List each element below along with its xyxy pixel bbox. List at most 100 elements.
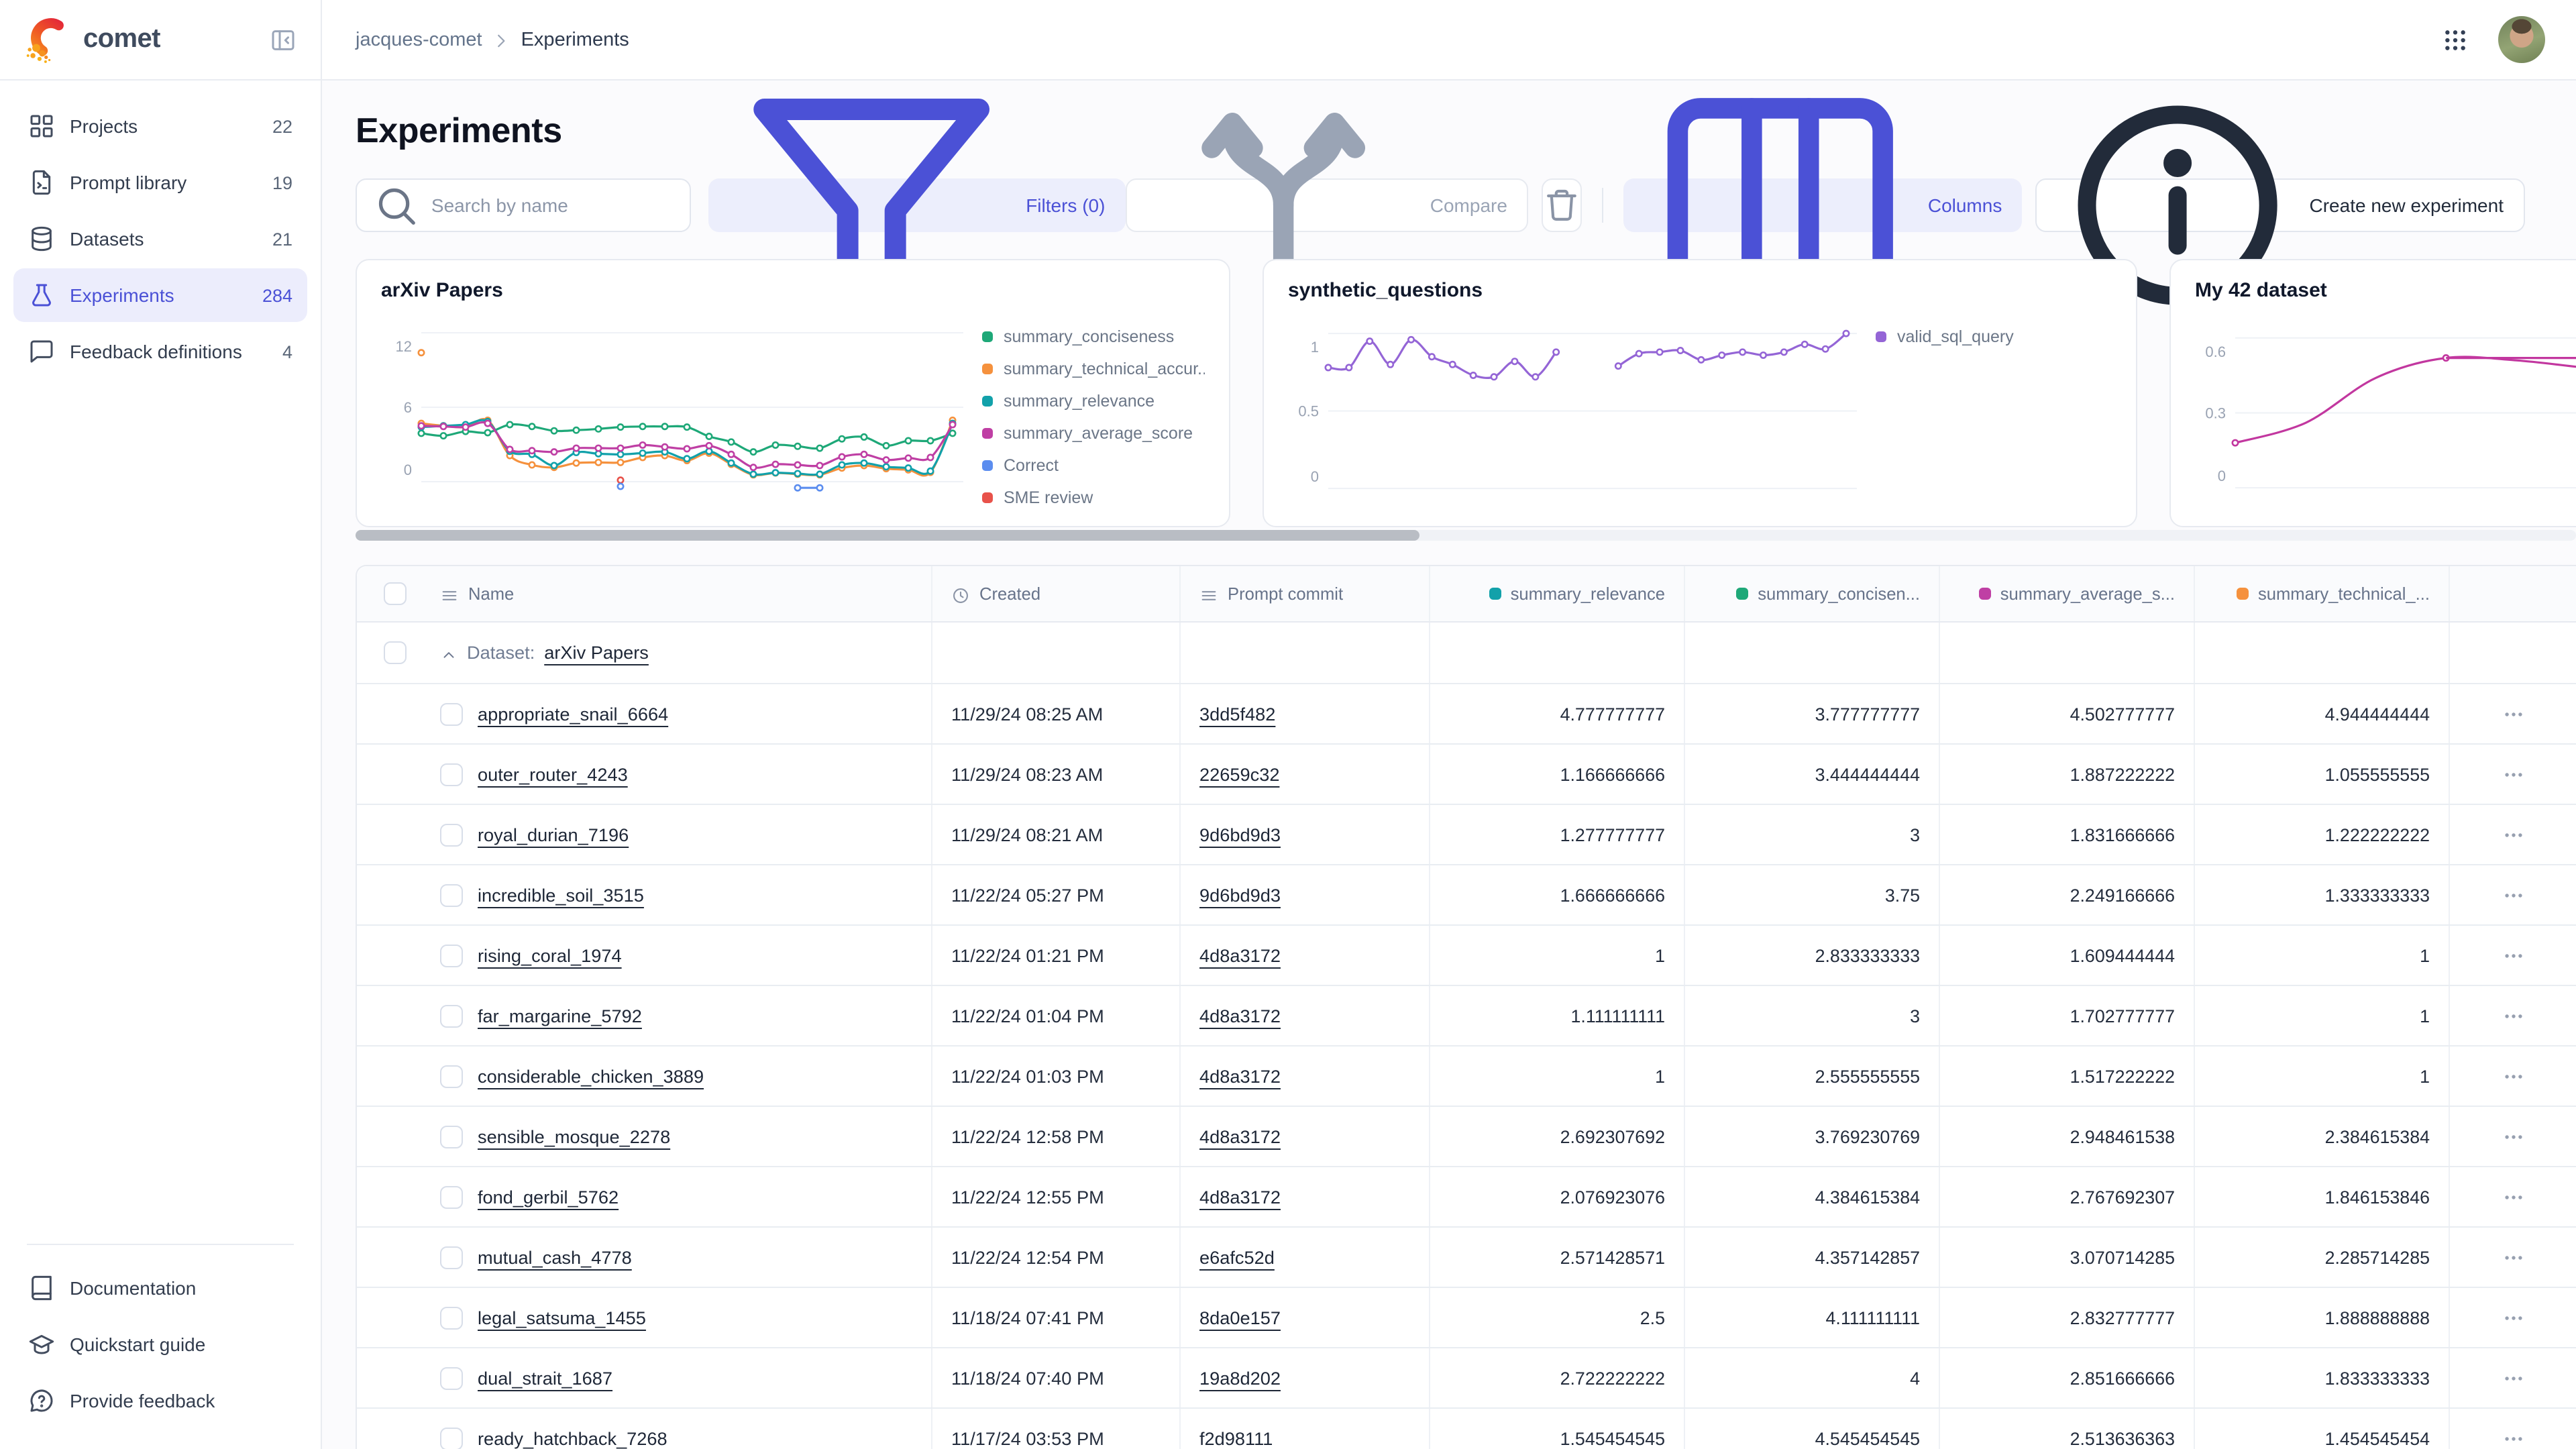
metric-value-cell: 1 <box>1429 1046 1684 1106</box>
experiment-name-link[interactable]: sensible_mosque_2278 <box>478 1126 670 1146</box>
experiment-name-link[interactable]: rising_coral_1974 <box>478 945 622 965</box>
group-checkbox[interactable] <box>384 641 407 664</box>
experiment-name-link[interactable]: mutual_cash_4778 <box>478 1247 632 1267</box>
delete-button[interactable] <box>1542 178 1582 232</box>
row-checkbox[interactable] <box>440 1427 463 1449</box>
row-checkbox[interactable] <box>440 1306 463 1329</box>
experiment-name-link[interactable]: ready_hatchback_7268 <box>478 1428 667 1448</box>
collapse-sidebar-button[interactable] <box>270 26 297 53</box>
metric-card-synthetic-questions[interactable]: synthetic_questions00.51valid_sql_query <box>1263 259 2137 527</box>
metric-card-arxiv-papers[interactable]: arXiv Papers0612summary_concisenesssumma… <box>356 259 1230 527</box>
prompt-commit-link[interactable]: 9d6bd9d3 <box>1199 824 1281 845</box>
experiment-name-link[interactable]: incredible_soil_3515 <box>478 885 644 905</box>
metric-card-my-42-dataset[interactable]: My 42 dataset00.30.6 <box>2169 259 2576 527</box>
prompt-commit-link[interactable]: 9d6bd9d3 <box>1199 885 1281 905</box>
compare-button[interactable]: Compare <box>1125 178 1529 232</box>
row-actions-button[interactable] <box>2502 1306 2524 1329</box>
row-actions-button[interactable] <box>2502 702 2524 725</box>
column-header-created[interactable]: Created <box>931 566 1179 621</box>
experiment-row-dual-strait-1687: dual_strait_168711/18/24 07:40 PM19a8d20… <box>357 1348 2576 1409</box>
legend-item-valid-sql-query[interactable]: valid_sql_query <box>1876 321 2112 353</box>
user-avatar[interactable] <box>2498 16 2545 63</box>
row-checkbox[interactable] <box>440 1125 463 1148</box>
legend-item-summary-average-score[interactable]: summary_average_score <box>982 417 1205 449</box>
prompt-commit-link[interactable]: 22659c32 <box>1199 764 1279 784</box>
prompt-commit-link[interactable]: 4d8a3172 <box>1199 1187 1281 1207</box>
experiment-name-link[interactable]: royal_durian_7196 <box>478 824 629 845</box>
legend-dot <box>1876 331 1886 342</box>
sidebar-footer-item-quickstart-guide[interactable]: Quickstart guide <box>13 1318 307 1371</box>
sidebar-item-datasets[interactable]: Datasets21 <box>13 212 307 266</box>
metric-value-cell: 1.517222222 <box>1939 1046 2194 1106</box>
experiment-name-link[interactable]: considerable_chicken_3889 <box>478 1066 704 1086</box>
prompt-commit-link[interactable]: 8da0e157 <box>1199 1307 1281 1328</box>
prompt-commit-link[interactable]: 4d8a3172 <box>1199 945 1281 965</box>
scrollbar-thumb[interactable] <box>356 530 1419 541</box>
row-checkbox[interactable] <box>440 1004 463 1027</box>
sidebar-item-prompt-library[interactable]: Prompt library19 <box>13 156 307 209</box>
dataset-link[interactable]: arXiv Papers <box>544 643 649 663</box>
row-checkbox[interactable] <box>440 763 463 786</box>
row-checkbox[interactable] <box>440 944 463 967</box>
columns-button[interactable]: Columns <box>1623 178 2022 232</box>
breadcrumb-project[interactable]: jacques-comet <box>356 29 482 50</box>
column-header-summary-concisen[interactable]: summary_concisen... <box>1684 566 1939 621</box>
experiment-name-link[interactable]: far_margarine_5792 <box>478 1006 642 1026</box>
experiment-name-link[interactable]: appropriate_snail_6664 <box>478 704 668 724</box>
create-new-experiment-button[interactable]: Create new experiment <box>2035 178 2525 232</box>
prompt-commit-link[interactable]: e6afc52d <box>1199 1247 1275 1267</box>
row-checkbox[interactable] <box>440 883 463 906</box>
sidebar-item-experiments[interactable]: Experiments284 <box>13 268 307 322</box>
metric-value-cell: 2.851666666 <box>1939 1348 2194 1407</box>
row-checkbox[interactable] <box>440 702 463 725</box>
row-checkbox[interactable] <box>440 1246 463 1269</box>
row-actions-button[interactable] <box>2502 823 2524 846</box>
column-header-summary-relevance[interactable]: summary_relevance <box>1429 566 1684 621</box>
legend-item-summary-relevance[interactable]: summary_relevance <box>982 385 1205 417</box>
prompt-commit-link[interactable]: 19a8d202 <box>1199 1368 1281 1388</box>
filters-button[interactable]: Filters (0) <box>709 178 1126 232</box>
row-actions-button[interactable] <box>2502 944 2524 967</box>
prompt-commit-link[interactable]: 4d8a3172 <box>1199 1126 1281 1146</box>
row-actions-button[interactable] <box>2502 1185 2524 1208</box>
column-header-summary-average-s[interactable]: summary_average_s... <box>1939 566 2194 621</box>
experiment-name-link[interactable]: outer_router_4243 <box>478 764 628 784</box>
legend-item-summary-technical-accur[interactable]: summary_technical_accur... <box>982 353 1205 385</box>
legend-item-correct[interactable]: Correct <box>982 449 1205 482</box>
row-actions-button[interactable] <box>2502 1125 2524 1148</box>
experiment-name-link[interactable]: legal_satsuma_1455 <box>478 1307 646 1328</box>
row-actions-button[interactable] <box>2502 1004 2524 1027</box>
column-header-summary-technical[interactable]: summary_technical_... <box>2194 566 2449 621</box>
select-all-checkbox[interactable] <box>384 582 407 605</box>
search-input[interactable] <box>431 195 674 216</box>
experiment-name-link[interactable]: fond_gerbil_5762 <box>478 1187 619 1207</box>
row-actions-button[interactable] <box>2502 1246 2524 1269</box>
apps-grid-button[interactable] <box>2442 26 2469 53</box>
row-actions-button[interactable] <box>2502 883 2524 906</box>
column-header-name[interactable]: Name <box>421 566 931 621</box>
sidebar-item-feedback-definitions[interactable]: Feedback definitions4 <box>13 325 307 378</box>
column-header-prompt-commit[interactable]: Prompt commit <box>1179 566 1429 621</box>
prompt-commit-link[interactable]: 4d8a3172 <box>1199 1006 1281 1026</box>
legend-item-summary-conciseness[interactable]: summary_conciseness <box>982 321 1205 353</box>
sidebar-item-projects[interactable]: Projects22 <box>13 99 307 153</box>
row-actions-button[interactable] <box>2502 763 2524 786</box>
prompt-commit-link[interactable]: 3dd5f482 <box>1199 704 1275 724</box>
row-checkbox[interactable] <box>440 1065 463 1087</box>
prompt-commit-link[interactable]: f2d98111 <box>1199 1428 1273 1448</box>
prompt-commit-link[interactable]: 4d8a3172 <box>1199 1066 1281 1086</box>
row-actions-button[interactable] <box>2502 1366 2524 1389</box>
row-actions-button[interactable] <box>2502 1427 2524 1449</box>
metric-value-cell: 1 <box>1429 926 1684 985</box>
experiment-name-link[interactable]: dual_strait_1687 <box>478 1368 612 1388</box>
row-checkbox[interactable] <box>440 1366 463 1389</box>
apps-grid-icon <box>2442 26 2469 53</box>
sidebar-footer-item-documentation[interactable]: Documentation <box>13 1261 307 1315</box>
row-actions-icon <box>2502 1427 2524 1449</box>
row-checkbox[interactable] <box>440 1185 463 1208</box>
legend-item-sme-review[interactable]: SME review <box>982 482 1205 503</box>
row-actions-button[interactable] <box>2502 1065 2524 1087</box>
sidebar-footer-item-provide-feedback[interactable]: Provide feedback <box>13 1374 307 1428</box>
row-checkbox[interactable] <box>440 823 463 846</box>
dataset-label: Dataset: <box>467 643 535 663</box>
